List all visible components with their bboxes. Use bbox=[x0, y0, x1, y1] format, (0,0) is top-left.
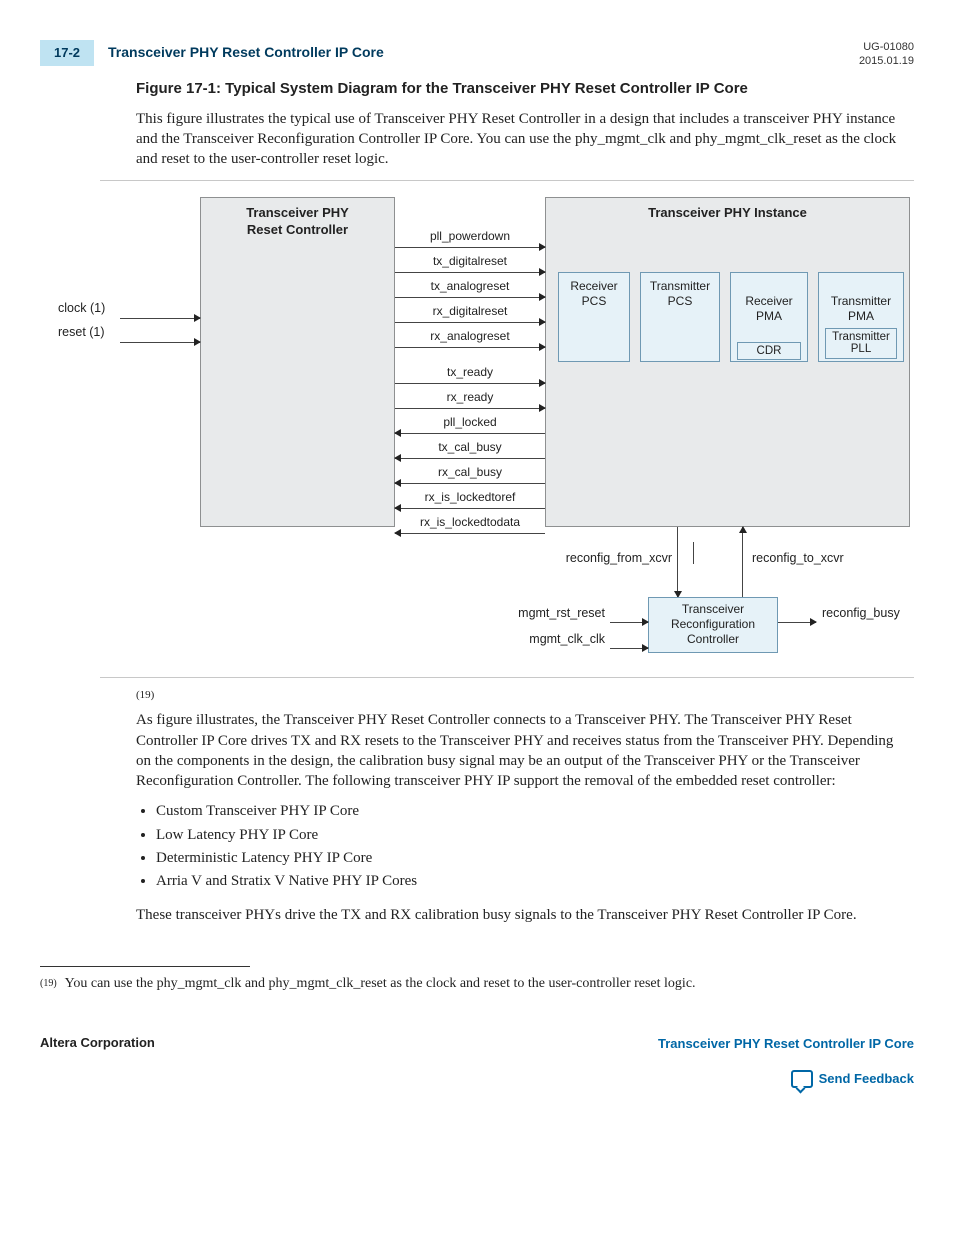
list-item: Deterministic Latency PHY IP Core bbox=[156, 848, 904, 868]
page-footer: Altera Corporation Transceiver PHY Reset… bbox=[40, 1034, 914, 1095]
sig-rx-cal-busy: rx_cal_busy bbox=[395, 465, 545, 484]
reset-input-arrow bbox=[120, 342, 200, 343]
page-header: 17-2 Transceiver PHY Reset Controller IP… bbox=[40, 40, 914, 69]
list-item: Low Latency PHY IP Core bbox=[156, 825, 904, 845]
reconfig-sep bbox=[693, 542, 694, 564]
body-paragraph-2: As figure illustrates, the Transceiver P… bbox=[136, 710, 904, 791]
figure-intro: This figure illustrates the typical use … bbox=[136, 109, 904, 170]
mgmt-rst-label: mgmt_rst_reset bbox=[495, 605, 605, 622]
sig-tx-analogreset: tx_analogreset bbox=[395, 279, 545, 298]
sig-rx-digitalreset: rx_digitalreset bbox=[395, 304, 545, 323]
phy-instance-title: Transceiver PHY Instance bbox=[546, 198, 909, 228]
footnote-rule bbox=[40, 966, 250, 967]
feedback-label: Send Feedback bbox=[819, 1070, 914, 1088]
footnote-number: (19) bbox=[40, 977, 57, 996]
reset-controller-title: Transceiver PHY Reset Controller bbox=[201, 198, 394, 245]
phy-list: Custom Transceiver PHY IP Core Low Laten… bbox=[136, 801, 904, 891]
reset-input-label: reset (1) bbox=[58, 324, 105, 341]
receiver-pma-box: Receiver PMA CDR bbox=[730, 272, 808, 362]
transmitter-pma-box: Transmitter PMA Transmitter PLL bbox=[818, 272, 904, 362]
footer-company: Altera Corporation bbox=[40, 1034, 155, 1052]
divider-top bbox=[100, 180, 914, 181]
doc-id-block: UG-01080 2015.01.19 bbox=[859, 40, 914, 69]
sig-pll-locked: pll_locked bbox=[395, 415, 545, 434]
send-feedback-link[interactable]: Send Feedback bbox=[791, 1070, 914, 1088]
list-item: Arria V and Stratix V Native PHY IP Core… bbox=[156, 871, 904, 891]
sig-tx-digitalreset: tx_digitalreset bbox=[395, 254, 545, 273]
mgmt-rst-arrow bbox=[610, 622, 648, 623]
clock-input-arrow bbox=[120, 318, 200, 319]
sig-rx-lockedtodata: rx_is_lockedtodata bbox=[395, 515, 545, 534]
reconfig-busy-arrow bbox=[778, 622, 816, 623]
footnote-text: You can use the phy_mgmt_clk and phy_mgm… bbox=[65, 975, 696, 994]
mgmt-clk-label: mgmt_clk_clk bbox=[495, 631, 605, 648]
feedback-icon bbox=[791, 1070, 813, 1088]
doc-id: UG-01080 bbox=[859, 40, 914, 54]
mgmt-clk-arrow bbox=[610, 648, 648, 649]
sig-rx-lockedtoref: rx_is_lockedtoref bbox=[395, 490, 545, 509]
footer-chapter-link[interactable]: Transceiver PHY Reset Controller IP Core bbox=[658, 1036, 914, 1051]
reconfig-from-arrow bbox=[677, 527, 678, 597]
reset-controller-block: Transceiver PHY Reset Controller bbox=[200, 197, 395, 527]
sig-rx-ready: rx_ready bbox=[395, 390, 545, 409]
transmitter-pcs-box: Transmitter PCS bbox=[640, 272, 720, 362]
header-title: Transceiver PHY Reset Controller IP Core bbox=[108, 43, 384, 62]
body-paragraph-3: These transceiver PHYs drive the TX and … bbox=[136, 905, 904, 925]
footnote-ref-inline: (19) bbox=[136, 688, 904, 703]
reconfig-from-label: reconfig_from_xcvr bbox=[560, 550, 673, 567]
receiver-pma-label: Receiver PMA bbox=[745, 294, 792, 323]
reconfig-to-arrow bbox=[742, 527, 743, 597]
footnote: (19) You can use the phy_mgmt_clk and ph… bbox=[40, 975, 914, 994]
divider-bottom bbox=[100, 677, 914, 678]
sig-pll-powerdown: pll_powerdown bbox=[395, 229, 545, 248]
reconfig-to-label: reconfig_to_xcvr bbox=[752, 550, 844, 567]
figure-caption: Figure 17-1: Typical System Diagram for … bbox=[136, 79, 914, 99]
reconfig-controller-box: Transceiver Reconfiguration Controller bbox=[648, 597, 778, 653]
page-number-tab: 17-2 bbox=[40, 40, 94, 66]
system-diagram: Transceiver PHY Reset Controller Transce… bbox=[40, 187, 914, 667]
doc-date: 2015.01.19 bbox=[859, 54, 914, 68]
transmitter-pll-box: Transmitter PLL bbox=[825, 328, 897, 359]
cdr-box: CDR bbox=[737, 342, 801, 360]
clock-input-label: clock (1) bbox=[58, 300, 105, 317]
transmitter-pma-label: Transmitter PMA bbox=[831, 294, 891, 323]
sig-rx-analogreset: rx_analogreset bbox=[395, 329, 545, 348]
sig-tx-cal-busy: tx_cal_busy bbox=[395, 440, 545, 459]
list-item: Custom Transceiver PHY IP Core bbox=[156, 801, 904, 821]
sig-tx-ready: tx_ready bbox=[395, 365, 545, 384]
receiver-pcs-box: Receiver PCS bbox=[558, 272, 630, 362]
reconfig-busy-label: reconfig_busy bbox=[822, 605, 900, 622]
